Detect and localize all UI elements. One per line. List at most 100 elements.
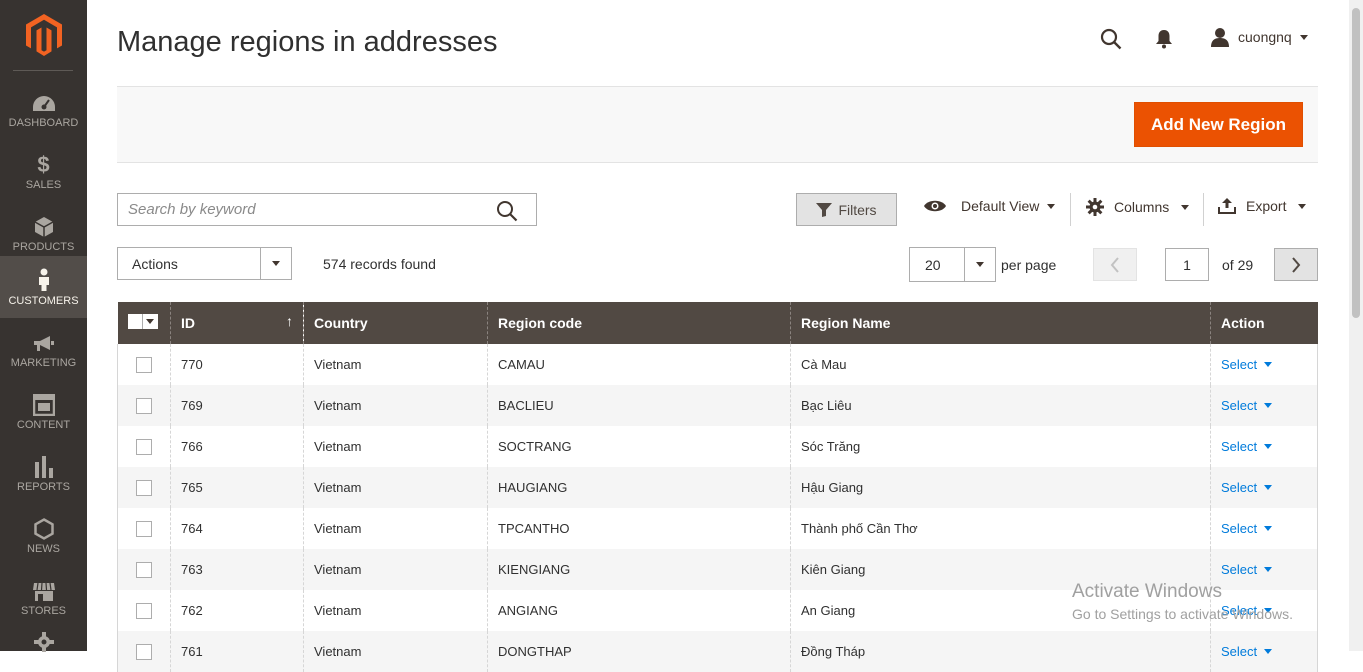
chevron-down-icon [1264, 649, 1273, 654]
chevron-down-icon [1264, 444, 1273, 449]
row-action-select[interactable]: Select [1221, 644, 1273, 659]
cube-icon [34, 214, 54, 238]
row-checkbox[interactable] [136, 520, 152, 537]
nav-system[interactable] [0, 628, 87, 658]
current-page-input[interactable] [1165, 248, 1209, 281]
nav-customers[interactable]: CUSTOMERS [0, 256, 87, 318]
nav-marketing[interactable]: MARKETING [0, 318, 87, 380]
row-select-cell [117, 508, 171, 549]
eye-icon [924, 200, 946, 212]
chevron-down-icon [1264, 485, 1273, 490]
row-select-cell [117, 631, 171, 672]
table-row: 763 Vietnam KIENGIANG Kiên Giang Select [117, 549, 1318, 590]
column-header-id[interactable]: ID ↑ [170, 302, 304, 344]
row-checkbox[interactable] [136, 643, 152, 660]
column-header-region-name[interactable]: Region Name [790, 302, 1211, 344]
view-label: Default View [961, 198, 1040, 214]
row-action-select[interactable]: Select [1221, 439, 1273, 454]
row-checkbox[interactable] [136, 602, 152, 619]
mass-actions-select[interactable]: Actions [117, 247, 292, 280]
grid-body: 770 Vietnam CAMAU Cà Mau Select 769 Vietnam BAC… [117, 344, 1318, 672]
cell-region-code: TPCANTHO [487, 508, 791, 549]
cell-region-code: HAUGIANG [487, 467, 791, 508]
row-checkbox[interactable] [136, 479, 152, 496]
add-new-region-button[interactable]: Add New Region [1133, 102, 1303, 147]
nav-reports[interactable]: REPORTS [0, 442, 87, 504]
nav-sales[interactable]: $ SALES [0, 140, 87, 202]
chevron-down-icon[interactable] [143, 314, 158, 329]
global-search-button[interactable] [1100, 28, 1122, 55]
mass-select-header [117, 302, 171, 344]
row-action-label: Select [1221, 644, 1258, 659]
chevron-down-icon [1264, 403, 1273, 408]
page-scrollbar[interactable] [1349, 0, 1363, 651]
filters-button[interactable]: Filters [796, 193, 897, 226]
column-header-id-label: ID [181, 315, 195, 331]
cell-country: Vietnam [303, 508, 488, 549]
cell-region-name: Thành phố Cần Thơ [790, 508, 1211, 549]
column-header-country[interactable]: Country [303, 302, 488, 344]
row-action-label: Select [1221, 398, 1258, 413]
chevron-down-icon [260, 248, 291, 279]
cell-country: Vietnam [303, 549, 488, 590]
bell-icon [1156, 30, 1172, 49]
cell-region-name: Kiên Giang [790, 549, 1211, 590]
user-account-dropdown[interactable]: cuongnq [1210, 27, 1308, 47]
cell-region-code: BACLIEU [487, 385, 791, 426]
columns-label: Columns [1114, 199, 1170, 215]
search-input[interactable] [118, 194, 478, 225]
row-checkbox[interactable] [136, 356, 152, 373]
select-all-checkbox[interactable] [127, 314, 143, 329]
column-header-region-code[interactable]: Region code [487, 302, 791, 344]
previous-page-button[interactable] [1093, 248, 1137, 281]
table-row: 766 Vietnam SOCTRANG Sóc Trăng Select [117, 426, 1318, 467]
scrollbar-thumb[interactable] [1352, 8, 1360, 318]
cell-country: Vietnam [303, 590, 488, 631]
row-action-select[interactable]: Select [1221, 603, 1273, 618]
dollar-icon: $ [37, 151, 50, 177]
nav-dashboard[interactable]: DASHBOARD [0, 78, 87, 140]
mass-select-checkbox[interactable] [127, 314, 158, 329]
columns-dropdown[interactable]: Columns [1086, 198, 1190, 216]
magento-logo[interactable] [0, 0, 87, 70]
notifications-button[interactable] [1155, 29, 1173, 54]
nav-content-label: CONTENT [16, 418, 71, 431]
view-dropdown[interactable]: Default View [923, 198, 1056, 214]
nav-products[interactable]: PRODUCTS [0, 202, 87, 264]
row-checkbox[interactable] [136, 561, 152, 578]
row-action-select[interactable]: Select [1221, 398, 1273, 413]
row-action-select[interactable]: Select [1221, 357, 1273, 372]
chevron-down-icon [1264, 567, 1273, 572]
row-action-select[interactable]: Select [1221, 521, 1273, 536]
cell-region-code: CAMAU [487, 344, 791, 385]
next-page-button[interactable] [1274, 248, 1318, 281]
nav-news-label: NEWS [27, 542, 60, 555]
search-icon [497, 201, 518, 222]
cell-region-code: SOCTRANG [487, 426, 791, 467]
row-action-label: Select [1221, 562, 1258, 577]
export-icon [1218, 198, 1236, 214]
per-page-value: 20 [925, 256, 941, 273]
chevron-right-icon [1292, 256, 1301, 273]
nav-content[interactable]: CONTENT [0, 380, 87, 442]
cell-region-code: DONGTHAP [487, 631, 791, 672]
row-action-label: Select [1221, 357, 1258, 372]
dashboard-icon [32, 90, 56, 114]
cell-action: Select [1210, 631, 1318, 672]
search-icon [1100, 28, 1122, 50]
row-checkbox[interactable] [136, 397, 152, 414]
nav-news[interactable]: NEWS [0, 504, 87, 566]
export-dropdown[interactable]: Export [1218, 198, 1307, 214]
row-checkbox[interactable] [136, 438, 152, 455]
row-action-label: Select [1221, 603, 1258, 618]
per-page-select[interactable]: 20 [909, 247, 996, 282]
row-action-select[interactable]: Select [1221, 480, 1273, 495]
logo-divider [13, 70, 73, 71]
nav-stores[interactable]: STORES [0, 566, 87, 628]
cell-action: Select [1210, 549, 1318, 590]
nav-dashboard-label: DASHBOARD [8, 116, 79, 129]
store-icon [32, 578, 56, 602]
search-submit-button[interactable] [496, 200, 518, 227]
user-icon [1211, 28, 1229, 47]
row-action-select[interactable]: Select [1221, 562, 1273, 577]
